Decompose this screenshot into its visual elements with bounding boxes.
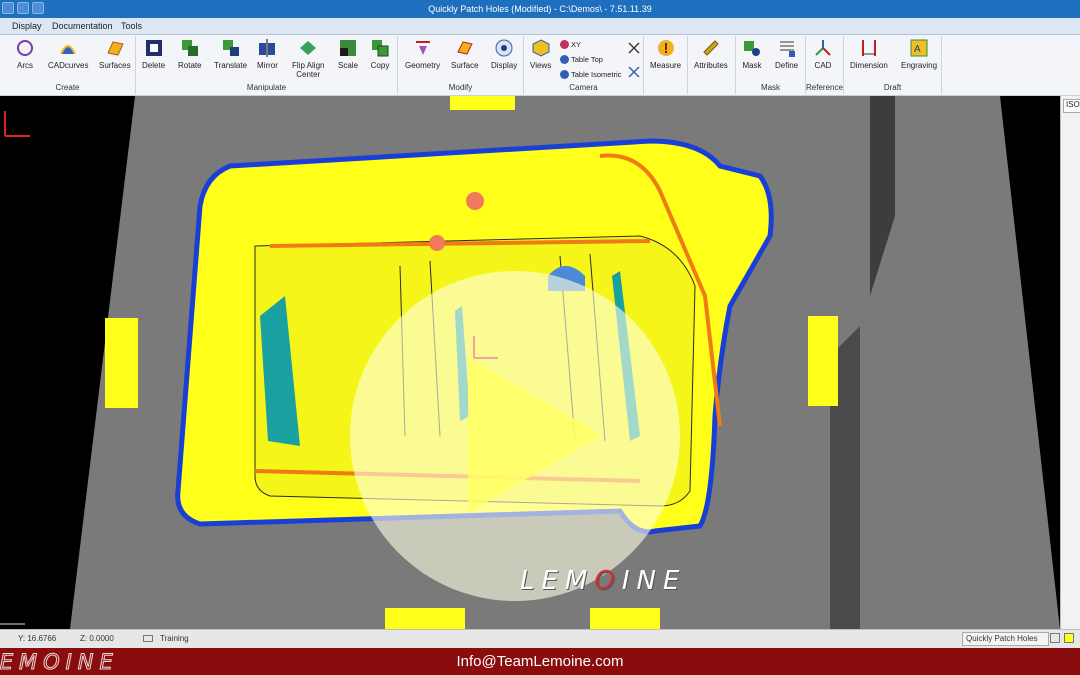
cad-icon xyxy=(815,40,831,56)
surfaces-button[interactable]: Surfaces xyxy=(99,38,131,70)
zoom-extents-icon[interactable] xyxy=(628,42,640,54)
delete-icon xyxy=(145,40,162,56)
keyboard-icon xyxy=(143,635,153,642)
attributes-icon xyxy=(703,40,719,56)
ribbon-toolbar: Arcs CADcurves Surfaces Create Delete Ro… xyxy=(0,35,1080,96)
contact-email[interactable]: Info@TeamLemoine.com xyxy=(0,653,1080,670)
mask-button[interactable]: Mask xyxy=(742,38,762,70)
iso-tab[interactable]: ISO xyxy=(1063,99,1080,113)
group-manipulate: Delete Rotate Translate Mirror Flip Alig… xyxy=(136,36,398,94)
status-mode: Training xyxy=(160,634,189,643)
clamp-block-right xyxy=(808,316,838,406)
group-create: Arcs CADcurves Surfaces Create xyxy=(0,36,136,94)
play-icon xyxy=(468,357,602,513)
svg-text:A: A xyxy=(914,44,921,55)
copy-button[interactable]: Copy xyxy=(370,38,390,70)
properties-panel: ISO xyxy=(1060,96,1080,629)
group-modify: Geometry Surface Display Modify xyxy=(398,36,524,94)
clamp-block-bottom-left xyxy=(385,608,465,629)
engraving-icon: A xyxy=(910,39,928,57)
status-z-coordinate: Z: 0.0000 xyxy=(80,634,114,643)
display-button[interactable]: Display xyxy=(491,38,517,70)
group-measure: Measure xyxy=(644,36,688,94)
footer-banner: LEMOINE Info@TeamLemoine.com xyxy=(0,648,1080,675)
flip-align-button[interactable]: Flip Align Center xyxy=(292,38,324,79)
mask-icon xyxy=(744,41,760,56)
translate-icon xyxy=(222,40,239,56)
geometry-icon xyxy=(415,41,430,55)
menu-bar: Display Documentation Tools xyxy=(0,18,1080,35)
hole-marker xyxy=(466,192,484,210)
engraving-button[interactable]: A Engraving xyxy=(901,38,937,70)
group-camera-extras xyxy=(624,36,644,94)
surface-button[interactable]: Surface xyxy=(451,38,479,70)
mirror-icon xyxy=(259,39,276,57)
file-selector[interactable]: Quickly Patch Holes xyxy=(962,632,1049,646)
dimension-icon xyxy=(861,40,876,56)
hole-marker xyxy=(429,235,445,251)
arcs-icon xyxy=(17,40,33,56)
title-bar: Quickly Patch Holes (Modified) - C:\Demo… xyxy=(0,0,1080,18)
view-xy-button[interactable]: XY xyxy=(560,40,581,49)
rotate-button[interactable]: Rotate xyxy=(178,38,202,70)
scale-button[interactable]: Scale xyxy=(338,38,358,70)
group-draft: Dimension A Engraving Draft xyxy=(844,36,942,94)
xy-view-icon xyxy=(560,40,569,49)
table-top-icon xyxy=(560,55,569,64)
cadcurves-button[interactable]: CADcurves xyxy=(48,38,88,70)
status-bar: Y: 16.6766 Z: 0.0000 Training Quickly Pa… xyxy=(0,629,1080,648)
video-play-button[interactable] xyxy=(350,271,680,601)
surfaces-icon xyxy=(107,41,124,56)
flip-align-icon xyxy=(300,41,317,55)
view-table-isometric-button[interactable]: Table Isometric xyxy=(560,70,621,79)
clamp-block-top xyxy=(450,96,515,110)
tab-display[interactable]: Display xyxy=(12,21,42,31)
status-y-coordinate: Y: 16.6766 xyxy=(18,634,57,643)
display-icon xyxy=(495,39,513,57)
table-isometric-icon xyxy=(560,70,569,79)
geometry-button[interactable]: Geometry xyxy=(405,38,440,70)
view-table-top-button[interactable]: Table Top xyxy=(560,55,603,64)
tab-tools[interactable]: Tools xyxy=(121,21,142,31)
define-icon xyxy=(779,41,795,57)
surface-icon xyxy=(457,41,473,55)
delete-button[interactable]: Delete xyxy=(142,38,165,70)
group-reference: CAD Reference xyxy=(806,36,844,94)
translate-button[interactable]: Translate xyxy=(214,38,247,70)
views-icon xyxy=(532,39,550,57)
group-mask: Mask Define Mask xyxy=(736,36,806,94)
dimension-button[interactable]: Dimension xyxy=(850,38,888,70)
status-grid-icon[interactable] xyxy=(1050,633,1060,643)
copy-icon xyxy=(372,40,389,57)
lemoine-watermark-logo: LEMOINE xyxy=(520,566,687,596)
mirror-button[interactable]: Mirror xyxy=(257,38,278,70)
attributes-button[interactable]: Attributes xyxy=(694,38,728,70)
scale-icon xyxy=(340,40,356,56)
arcs-button[interactable]: Arcs xyxy=(15,38,35,70)
status-color-icon[interactable] xyxy=(1064,633,1074,643)
define-button[interactable]: Define xyxy=(775,38,798,70)
clamp-block-bottom-right xyxy=(590,608,660,629)
window-title: Quickly Patch Holes (Modified) - C:\Demo… xyxy=(428,4,652,14)
zoom-window-icon[interactable] xyxy=(628,66,640,78)
rotate-icon xyxy=(181,40,198,56)
views-button[interactable]: Views xyxy=(530,38,551,70)
measure-button[interactable]: Measure xyxy=(650,38,681,70)
cadcurves-icon xyxy=(60,45,77,55)
cad-button[interactable]: CAD xyxy=(813,38,833,70)
3d-viewport[interactable]: LEMOINE xyxy=(0,96,1060,629)
measure-icon xyxy=(657,40,674,56)
group-attributes: Attributes xyxy=(688,36,736,94)
tab-documentation[interactable]: Documentation xyxy=(52,21,113,31)
clamp-block-left xyxy=(105,318,138,408)
